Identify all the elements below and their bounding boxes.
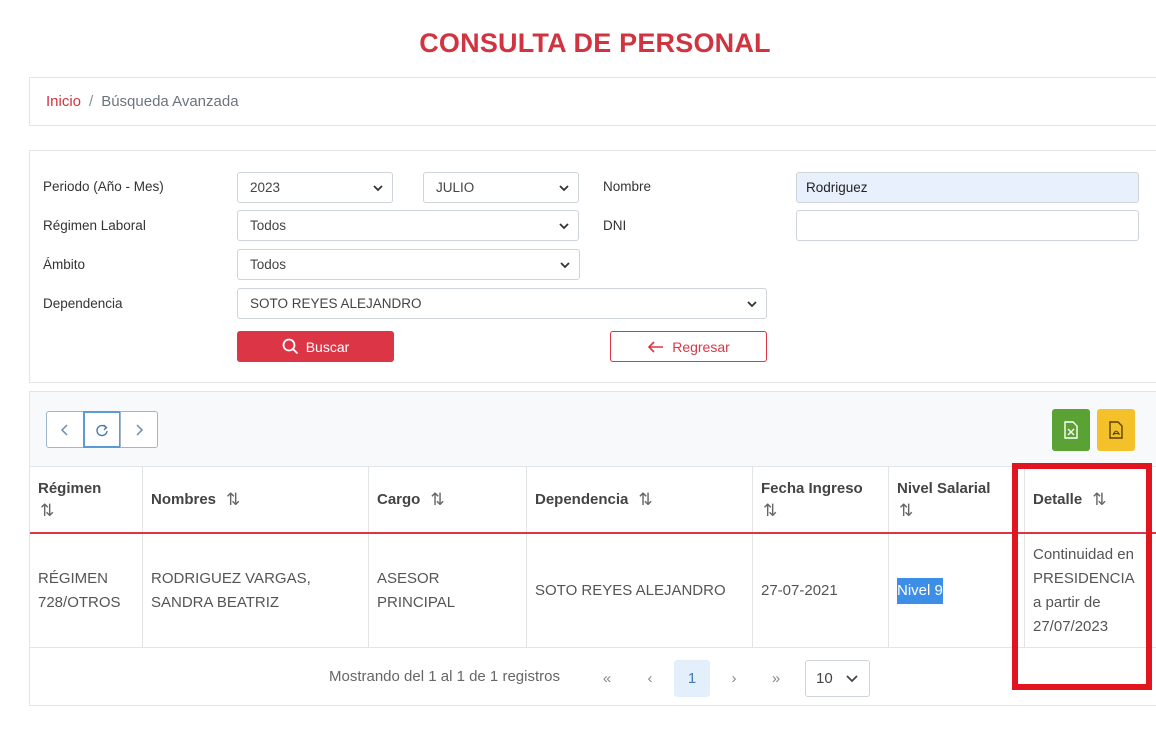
arrow-left-icon xyxy=(648,340,664,353)
column-header-cargo[interactable]: Cargo ⇅ xyxy=(369,467,527,532)
breadcrumb-home-link[interactable]: Inicio xyxy=(46,93,81,110)
dependencia-select-value: SOTO REYES ALEJANDRO xyxy=(250,296,422,311)
results-panel: Régimen ⇅ Nombres ⇅ Cargo ⇅ Dependencia … xyxy=(29,391,1156,706)
first-page-button[interactable]: « xyxy=(589,660,625,697)
nav-button-group xyxy=(46,411,158,448)
column-header-fecha-ingreso[interactable]: Fecha Ingreso ⇅ xyxy=(753,467,889,532)
month-select[interactable]: JULIO xyxy=(423,172,579,203)
column-header-detalle[interactable]: Detalle ⇅ xyxy=(1025,467,1156,532)
regimen-label: Régimen Laboral xyxy=(43,218,146,233)
dependencia-label: Dependencia xyxy=(43,296,123,311)
previous-button[interactable] xyxy=(46,411,84,448)
regresar-button-label: Regresar xyxy=(672,338,730,355)
cell-cargo: ASESOR PRINCIPAL xyxy=(369,534,527,647)
ambito-label: Ámbito xyxy=(43,257,86,272)
table-toolbar xyxy=(30,392,1156,467)
refresh-button[interactable] xyxy=(83,411,121,448)
column-header-nivel-salarial[interactable]: Nivel Salarial ⇅ xyxy=(889,467,1025,532)
chevron-down-icon xyxy=(559,223,569,230)
ambito-select[interactable]: Todos xyxy=(237,249,580,280)
page-size-select[interactable]: 10 xyxy=(805,660,870,697)
chevron-down-icon xyxy=(747,301,757,308)
pagination: Mostrando del 1 al 1 de 1 registros « ‹ … xyxy=(30,648,1156,705)
ambito-select-value: Todos xyxy=(250,257,287,272)
breadcrumb-separator: / xyxy=(89,93,94,110)
table-header: Régimen ⇅ Nombres ⇅ Cargo ⇅ Dependencia … xyxy=(30,467,1156,534)
pdf-file-icon xyxy=(1109,421,1123,439)
nivel-salarial-selected-text: Nivel 9 xyxy=(897,577,943,604)
refresh-icon xyxy=(96,423,108,436)
regimen-select-value: Todos xyxy=(250,218,287,233)
cell-nivel-salarial: Nivel 9 xyxy=(889,534,1025,647)
column-header-nombres[interactable]: Nombres ⇅ xyxy=(143,467,369,532)
prev-page-button[interactable]: ‹ xyxy=(632,660,668,697)
sort-icon[interactable]: ⇅ xyxy=(430,490,444,510)
month-select-value: JULIO xyxy=(436,180,475,195)
chevron-down-icon xyxy=(846,674,858,682)
chevron-down-icon xyxy=(560,262,570,269)
buscar-button-label: Buscar xyxy=(305,338,350,355)
export-excel-button[interactable] xyxy=(1052,409,1090,451)
search-form: Periodo (Año - Mes) 2023 JULIO Nombre Ro… xyxy=(29,150,1156,383)
next-button[interactable] xyxy=(120,411,158,448)
regresar-button[interactable]: Regresar xyxy=(610,331,767,362)
cell-detalle: Continuidad en PRESIDENCIA a partir de 2… xyxy=(1033,545,1134,635)
column-header-label: Dependencia xyxy=(535,491,629,508)
dni-label: DNI xyxy=(603,218,627,233)
pagination-info: Mostrando del 1 al 1 de 1 registros xyxy=(329,668,560,685)
column-header-regimen[interactable]: Régimen ⇅ xyxy=(30,467,143,532)
excel-file-icon xyxy=(1064,421,1078,439)
year-select[interactable]: 2023 xyxy=(237,172,393,203)
search-icon xyxy=(282,338,298,355)
dni-input[interactable] xyxy=(796,210,1139,241)
year-select-value: 2023 xyxy=(250,180,281,195)
cell-regimen: RÉGIMEN 728/OTROS xyxy=(30,534,143,647)
cell-dependencia: SOTO REYES ALEJANDRO xyxy=(527,534,753,647)
chevron-down-icon xyxy=(373,185,383,192)
breadcrumb: Inicio / Búsqueda Avanzada xyxy=(29,77,1156,126)
table-row[interactable]: RÉGIMEN 728/OTROS RODRIGUEZ VARGAS, SAND… xyxy=(30,534,1156,648)
sort-icon[interactable]: ⇅ xyxy=(1092,490,1106,510)
cell-nombres: RODRIGUEZ VARGAS, SANDRA BEATRIZ xyxy=(143,534,369,647)
nombre-label: Nombre xyxy=(603,179,652,194)
buscar-button[interactable]: Buscar xyxy=(237,331,394,362)
cell-fecha-ingreso: 27-07-2021 xyxy=(753,534,889,647)
column-header-label: Nombres xyxy=(151,491,217,508)
next-page-button[interactable]: › xyxy=(716,660,752,697)
sort-icon[interactable]: ⇅ xyxy=(40,501,134,521)
column-header-label: Detalle xyxy=(1033,491,1083,508)
sort-icon[interactable]: ⇅ xyxy=(899,501,1016,521)
chevron-right-icon xyxy=(136,423,144,436)
column-header-label: Régimen xyxy=(38,480,102,497)
sort-icon[interactable]: ⇅ xyxy=(638,490,652,510)
column-header-label: Nivel Salarial xyxy=(897,480,991,497)
sort-icon[interactable]: ⇅ xyxy=(226,490,240,510)
nombre-input[interactable]: Rodriguez xyxy=(796,172,1139,203)
column-header-label: Fecha Ingreso xyxy=(761,480,863,497)
chevron-left-icon xyxy=(60,423,68,436)
chevron-down-icon xyxy=(559,185,569,192)
breadcrumb-current: Búsqueda Avanzada xyxy=(101,93,239,110)
column-header-dependencia[interactable]: Dependencia ⇅ xyxy=(527,467,753,532)
periodo-label: Periodo (Año - Mes) xyxy=(43,179,164,194)
page-1-button[interactable]: 1 xyxy=(674,660,710,697)
column-header-label: Cargo xyxy=(377,491,421,508)
regimen-select[interactable]: Todos xyxy=(237,210,579,241)
export-pdf-button[interactable] xyxy=(1097,409,1135,451)
dependencia-select[interactable]: SOTO REYES ALEJANDRO xyxy=(237,288,767,319)
sort-icon[interactable]: ⇅ xyxy=(763,501,880,521)
last-page-button[interactable]: » xyxy=(758,660,794,697)
page-size-value: 10 xyxy=(816,670,833,687)
page-title: CONSULTA DE PERSONAL xyxy=(419,28,771,58)
